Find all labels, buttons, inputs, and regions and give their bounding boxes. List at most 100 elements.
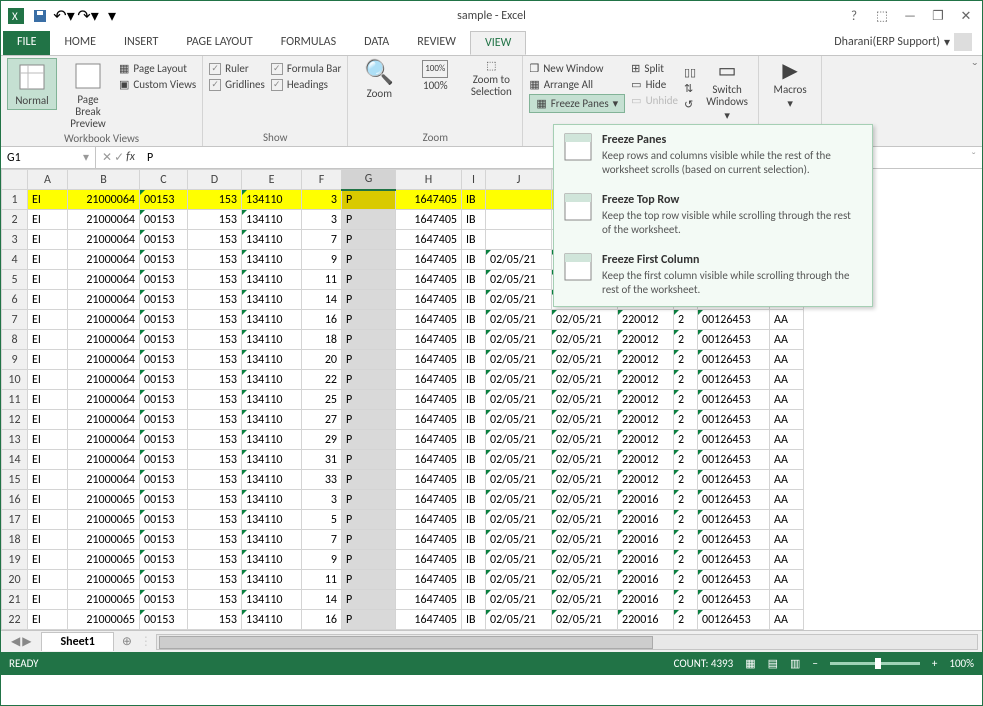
- cell[interactable]: 21000065: [68, 610, 140, 630]
- cell[interactable]: 00153: [140, 470, 188, 490]
- column-header[interactable]: A: [28, 170, 68, 190]
- cell[interactable]: 21000064: [68, 410, 140, 430]
- cell[interactable]: 134110: [242, 510, 302, 530]
- enter-formula-icon[interactable]: ✓: [114, 150, 124, 165]
- row-header[interactable]: 3: [2, 230, 28, 250]
- cell[interactable]: 2: [674, 490, 698, 510]
- cell[interactable]: 02/05/21: [552, 330, 618, 350]
- redo-icon[interactable]: ↷▾: [77, 5, 99, 27]
- cell[interactable]: 1647405: [396, 190, 462, 210]
- cell[interactable]: 21000065: [68, 490, 140, 510]
- cell[interactable]: EI: [28, 450, 68, 470]
- cell[interactable]: 00126453: [698, 430, 770, 450]
- cell[interactable]: 00126453: [698, 610, 770, 630]
- cell[interactable]: 1647405: [396, 310, 462, 330]
- cell[interactable]: 2: [674, 610, 698, 630]
- cell[interactable]: 27: [302, 410, 342, 430]
- ribbon-display-icon[interactable]: ⬚: [870, 6, 894, 26]
- cell[interactable]: 220016: [618, 550, 674, 570]
- cell[interactable]: 2: [674, 330, 698, 350]
- cell[interactable]: 02/05/21: [552, 370, 618, 390]
- cell[interactable]: 134110: [242, 430, 302, 450]
- cell[interactable]: 00153: [140, 330, 188, 350]
- cell[interactable]: AA: [770, 410, 804, 430]
- cell[interactable]: 21000064: [68, 230, 140, 250]
- cell[interactable]: 1647405: [396, 450, 462, 470]
- cell[interactable]: 02/05/21: [552, 390, 618, 410]
- cell[interactable]: P: [342, 530, 396, 550]
- cell[interactable]: 00153: [140, 310, 188, 330]
- cell[interactable]: AA: [770, 430, 804, 450]
- cell[interactable]: 02/05/21: [552, 530, 618, 550]
- cell[interactable]: 134110: [242, 210, 302, 230]
- cell[interactable]: IB: [462, 430, 486, 450]
- cell[interactable]: 2: [674, 450, 698, 470]
- cell[interactable]: 1647405: [396, 390, 462, 410]
- cell[interactable]: 02/05/21: [486, 550, 552, 570]
- cell[interactable]: AA: [770, 470, 804, 490]
- cell[interactable]: P: [342, 410, 396, 430]
- cell[interactable]: 1647405: [396, 530, 462, 550]
- cell[interactable]: 02/05/21: [552, 490, 618, 510]
- cell[interactable]: 134110: [242, 610, 302, 630]
- cell[interactable]: 00153: [140, 270, 188, 290]
- headings-checkbox[interactable]: Headings: [271, 78, 341, 91]
- cell[interactable]: 02/05/21: [486, 430, 552, 450]
- row-header[interactable]: 8: [2, 330, 28, 350]
- page-break-view-icon[interactable]: ▥: [790, 657, 800, 670]
- cell[interactable]: 5: [302, 510, 342, 530]
- cell[interactable]: 02/05/21: [486, 610, 552, 630]
- cell[interactable]: IB: [462, 250, 486, 270]
- cell[interactable]: 153: [188, 410, 242, 430]
- cell[interactable]: 153: [188, 350, 242, 370]
- formula-bar-checkbox[interactable]: Formula Bar: [271, 62, 341, 75]
- cell[interactable]: 00153: [140, 490, 188, 510]
- cell[interactable]: P: [342, 570, 396, 590]
- row-header[interactable]: 22: [2, 610, 28, 630]
- cell[interactable]: 220012: [618, 430, 674, 450]
- cell[interactable]: 134110: [242, 370, 302, 390]
- cell[interactable]: 1647405: [396, 510, 462, 530]
- sheet-tab[interactable]: Sheet1: [41, 632, 113, 651]
- freeze-option-1[interactable]: Freeze Top RowKeep the top row visible w…: [554, 185, 872, 245]
- cell[interactable]: 33: [302, 470, 342, 490]
- cell[interactable]: 21000065: [68, 550, 140, 570]
- column-header[interactable]: B: [68, 170, 140, 190]
- cell[interactable]: EI: [28, 270, 68, 290]
- cell[interactable]: EI: [28, 590, 68, 610]
- cell[interactable]: EI: [28, 370, 68, 390]
- row-header[interactable]: 6: [2, 290, 28, 310]
- cell[interactable]: 2: [674, 410, 698, 430]
- cell[interactable]: 00126453: [698, 370, 770, 390]
- normal-view-icon[interactable]: ▦: [745, 657, 755, 670]
- cell[interactable]: P: [342, 310, 396, 330]
- cell[interactable]: EI: [28, 190, 68, 210]
- zoom-level[interactable]: 100%: [949, 657, 974, 670]
- cell[interactable]: 1647405: [396, 430, 462, 450]
- cell[interactable]: 153: [188, 530, 242, 550]
- cell[interactable]: IB: [462, 350, 486, 370]
- cell[interactable]: EI: [28, 230, 68, 250]
- cell[interactable]: 153: [188, 390, 242, 410]
- cell[interactable]: 220016: [618, 530, 674, 550]
- cell[interactable]: AA: [770, 590, 804, 610]
- cell[interactable]: 153: [188, 590, 242, 610]
- cell[interactable]: P: [342, 390, 396, 410]
- collapse-ribbon-icon[interactable]: ˇ: [968, 56, 982, 146]
- cell[interactable]: [486, 210, 552, 230]
- column-header[interactable]: H: [396, 170, 462, 190]
- column-header[interactable]: E: [242, 170, 302, 190]
- cell[interactable]: 02/05/21: [486, 270, 552, 290]
- cell[interactable]: 16: [302, 610, 342, 630]
- cell[interactable]: AA: [770, 550, 804, 570]
- cell[interactable]: 00153: [140, 530, 188, 550]
- macros-button[interactable]: ▶Macros▾: [765, 58, 815, 112]
- cell[interactable]: 153: [188, 310, 242, 330]
- cell[interactable]: 3: [302, 490, 342, 510]
- cell[interactable]: 2: [674, 570, 698, 590]
- cell[interactable]: EI: [28, 510, 68, 530]
- cell[interactable]: IB: [462, 590, 486, 610]
- cell[interactable]: AA: [770, 510, 804, 530]
- tab-review[interactable]: REVIEW: [403, 31, 470, 55]
- cell[interactable]: 220012: [618, 350, 674, 370]
